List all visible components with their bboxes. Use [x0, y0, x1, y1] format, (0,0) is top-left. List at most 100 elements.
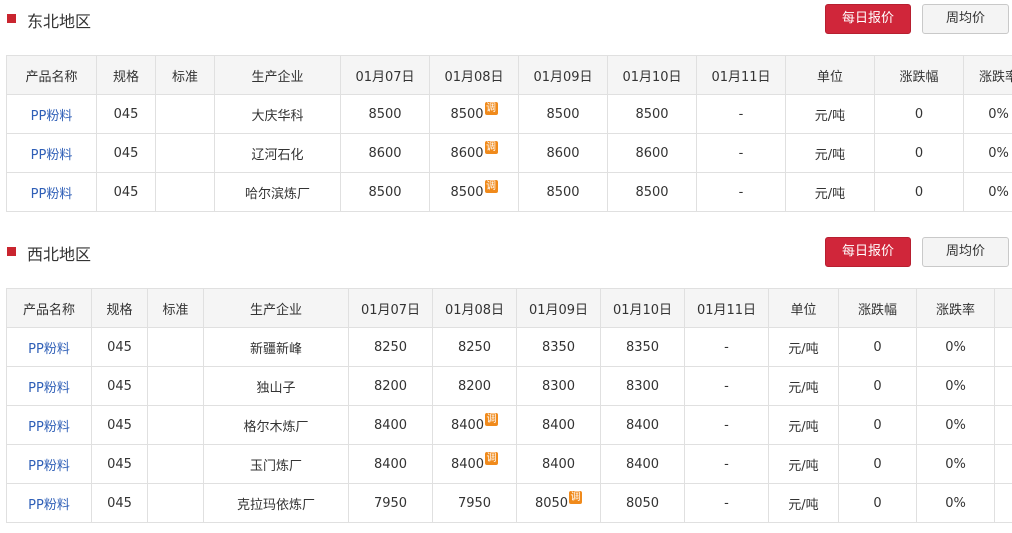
product-link[interactable]: PP粉料 — [6, 133, 97, 173]
table-row: PP粉料 045 克拉玛依炼厂 7950 7950 8050 调 8050- 元/吨 0 0% — [6, 483, 1012, 523]
cell-spec: 045 — [91, 327, 148, 367]
daily-quote-button[interactable]: 每日报价 — [825, 237, 911, 267]
adjusted-badge-icon: 调 — [569, 490, 583, 504]
cell-standard — [155, 94, 215, 134]
column-header[interactable]: 01月10日 — [607, 55, 697, 95]
column-header[interactable]: 涨跌率 — [916, 288, 995, 328]
cell-d4: 8400 — [600, 444, 685, 484]
column-header[interactable]: 01月11日 — [684, 288, 769, 328]
cell-standard — [147, 405, 204, 445]
cell-d3: 8300 — [516, 366, 601, 406]
cell-change: 0 — [838, 405, 917, 445]
cell-d1: 8600 — [340, 133, 430, 173]
adjusted-badge-icon: 调 — [485, 451, 499, 465]
cell-company: 格尔木炼厂 — [203, 405, 349, 445]
column-header[interactable]: 01月07日 — [348, 288, 433, 328]
table-row: PP粉料 045 哈尔滨炼厂 8500 8500 调 8500 8500- 元/吨 0 0% — [6, 172, 1012, 212]
cell-d1: 8500 — [340, 172, 430, 212]
cell-d2: 8400 调 — [432, 405, 517, 445]
product-link[interactable]: PP粉料 — [6, 327, 92, 367]
cell-spec: 045 — [91, 444, 148, 484]
cell-d5: - — [684, 366, 769, 406]
column-header[interactable]: 涨跌幅 — [874, 55, 964, 95]
cell-standard — [155, 133, 215, 173]
adjusted-badge-icon: 调 — [484, 101, 498, 115]
daily-quote-button[interactable]: 每日报价 — [825, 4, 911, 34]
cell-d1: 7950 — [348, 483, 433, 523]
product-link[interactable]: PP粉料 — [6, 94, 97, 134]
cell-d4: 8600 — [607, 133, 697, 173]
cell-unit: 元/吨 — [768, 444, 839, 484]
cell-d3: 8500 — [518, 172, 608, 212]
cell-extra — [994, 327, 1012, 367]
cell-standard — [147, 327, 204, 367]
cell-d3: 8350 — [516, 327, 601, 367]
column-header[interactable]: 涨跌率 — [963, 55, 1012, 95]
cell-extra — [994, 366, 1012, 406]
cell-d2: 8250 — [432, 327, 517, 367]
cell-d2: 8500 调 — [429, 172, 519, 212]
column-header[interactable]: 01月11日 — [696, 55, 786, 95]
column-header[interactable]: 单位 — [768, 288, 839, 328]
cell-d3: 8050 调 — [516, 483, 601, 523]
column-header[interactable]: 产品名称 — [6, 55, 97, 95]
cell-change: 0 — [874, 172, 964, 212]
cell-unit: 元/吨 — [785, 94, 875, 134]
column-header[interactable]: 01月10日 — [600, 288, 685, 328]
product-link[interactable]: PP粉料 — [6, 444, 92, 484]
column-header[interactable]: 单位 — [785, 55, 875, 95]
cell-unit: 元/吨 — [768, 405, 839, 445]
weekly-average-button[interactable]: 周均价 — [922, 4, 1009, 34]
section-header: 东北地区 每日报价 周均价 — [0, 0, 1012, 40]
cell-d3: 8500 — [518, 94, 608, 134]
column-header[interactable]: 01月09日 — [518, 55, 608, 95]
product-link[interactable]: PP粉料 — [6, 172, 97, 212]
column-header[interactable]: 01月09日 — [516, 288, 601, 328]
column-header[interactable]: 生产企业 — [203, 288, 349, 328]
cell-extra — [994, 405, 1012, 445]
cell-d1: 8400 — [348, 405, 433, 445]
cell-rate: 0% — [916, 327, 995, 367]
cell-company: 独山子 — [203, 366, 349, 406]
cell-d2: 8400 调 — [432, 444, 517, 484]
table-header-row: 产品名称 规格 标准 生产企业 01月07日 01月08日 01月09日 01月10日 01月1… — [6, 55, 1012, 95]
weekly-average-button[interactable]: 周均价 — [922, 237, 1009, 267]
column-header[interactable]: 标准 — [155, 55, 215, 95]
cell-d1: 8500 — [340, 94, 430, 134]
column-header[interactable]: 01月08日 — [429, 55, 519, 95]
column-header[interactable]: 01月07日 — [340, 55, 430, 95]
cell-change: 0 — [838, 366, 917, 406]
cell-unit: 元/吨 — [785, 133, 875, 173]
product-link[interactable]: PP粉料 — [6, 366, 92, 406]
table-row: PP粉料 045 玉门炼厂 8400 8400 调 8400 8400- 元/吨 0 0% — [6, 444, 1012, 484]
column-header[interactable]: 涨跌幅 — [838, 288, 917, 328]
cell-extra — [994, 444, 1012, 484]
table-row: PP粉料 045 辽河石化 8600 8600 调 8600 8600- 元/吨 0 0% — [6, 133, 1012, 173]
cell-spec: 045 — [96, 172, 156, 212]
cell-company: 哈尔滨炼厂 — [214, 172, 341, 212]
cell-d2: 8600 调 — [429, 133, 519, 173]
cell-d5: - — [684, 483, 769, 523]
column-header[interactable]: 01月08日 — [432, 288, 517, 328]
cell-unit: 元/吨 — [768, 327, 839, 367]
column-header[interactable]: 生产企业 — [214, 55, 341, 95]
cell-standard — [147, 483, 204, 523]
price-table: 产品名称 规格 标准 生产企业 01月07日 01月08日 01月09日 01月10日 01月1… — [6, 288, 1012, 523]
table-row: PP粉料 045 大庆华科 8500 8500 调 8500 8500- 元/吨 0 0% — [6, 94, 1012, 134]
column-header[interactable]: 规格 — [96, 55, 156, 95]
column-header[interactable]: 规格 — [91, 288, 148, 328]
cell-d5: - — [684, 327, 769, 367]
cell-unit: 元/吨 — [785, 172, 875, 212]
table-row: PP粉料 045 独山子 8200 8200 8300 8300- 元/吨 0 0% — [6, 366, 1012, 406]
cell-d5: - — [684, 444, 769, 484]
cell-company: 新疆新峰 — [203, 327, 349, 367]
product-link[interactable]: PP粉料 — [6, 405, 92, 445]
cell-company: 辽河石化 — [214, 133, 341, 173]
cell-spec: 045 — [91, 366, 148, 406]
product-link[interactable]: PP粉料 — [6, 483, 92, 523]
cell-rate: 0% — [916, 483, 995, 523]
cell-d4: 8350 — [600, 327, 685, 367]
column-header[interactable]: 标准 — [147, 288, 204, 328]
region-section-1: 东北地区 每日报价 周均价 产品名称 规格 标准 生产企业 01月07日 01月08日 01… — [0, 0, 1012, 212]
column-header[interactable]: 产品名称 — [6, 288, 92, 328]
